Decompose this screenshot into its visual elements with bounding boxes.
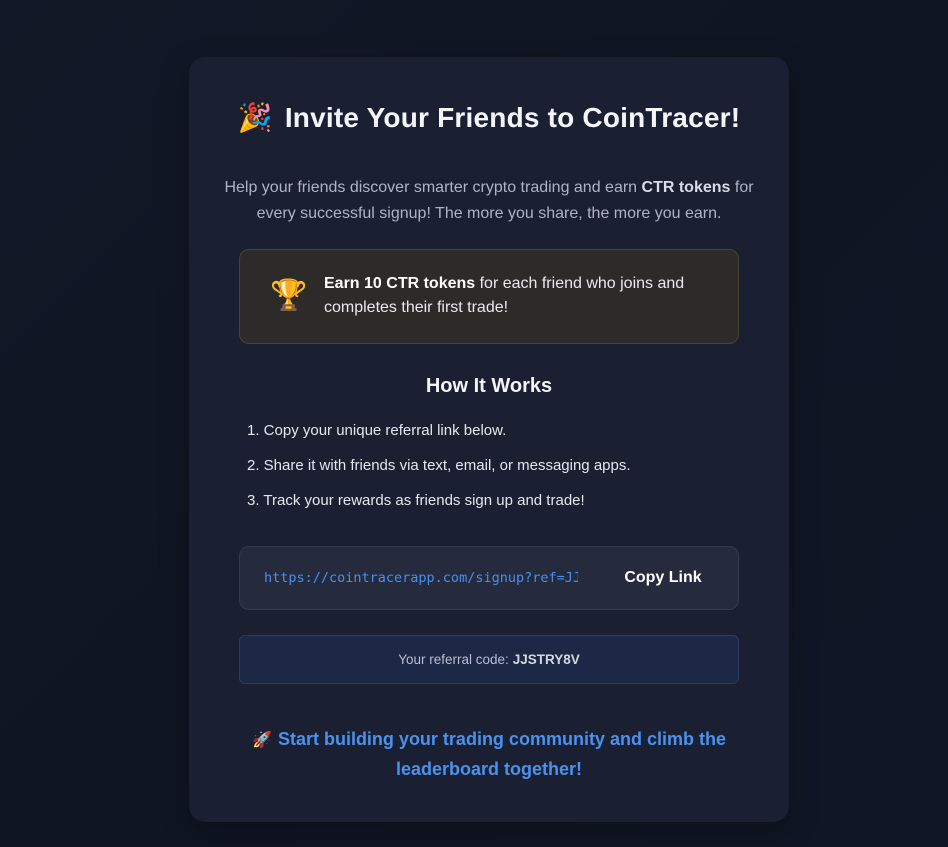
step-item: 1. Copy your unique referral link below. — [247, 422, 507, 439]
page-title-text: Invite Your Friends to CoinTracer! — [284, 102, 741, 133]
intro-text: Help your friends discover smarter crypt… — [219, 175, 759, 227]
trophy-icon: 🏆 — [270, 279, 308, 312]
referral-card: 🎉 Invite Your Friends to CoinTracer! Help… — [189, 57, 789, 822]
cta-message: 🚀 Start building your trading community a… — [239, 725, 739, 784]
reward-callout: 🏆 Earn 10 CTR tokens for each friend who… — [239, 249, 739, 344]
steps-list: 1. Copy your unique referral link below.… — [247, 419, 747, 524]
intro-text-before: Help your friends discover smarter crypt… — [224, 179, 642, 196]
party-popper-icon: 🎉 — [237, 102, 273, 133]
step-item: 2. Share it with friends via text, email… — [247, 457, 631, 474]
referral-link-input[interactable] — [264, 567, 578, 589]
reward-text: Earn 10 CTR tokens for each friend who j… — [324, 272, 714, 320]
copy-link-button[interactable]: Copy Link — [600, 559, 726, 597]
referral-code-label: Your referral code: — [398, 652, 509, 667]
page-title: 🎉 Invite Your Friends to CoinTracer! — [189, 101, 789, 134]
rocket-icon: 🚀 — [252, 732, 272, 749]
intro-highlight: CTR tokens — [641, 179, 731, 196]
cta-text: Start building your trading community an… — [277, 729, 726, 779]
step-item: 3. Track your rewards as friends sign up… — [247, 492, 585, 509]
referral-link-box: Copy Link — [239, 546, 739, 610]
referral-code-value: JJSTRY8V — [512, 652, 580, 667]
how-it-works-heading: How It Works — [425, 375, 553, 397]
referral-code-box: Your referral code: JJSTRY8V — [239, 635, 739, 684]
reward-highlight: Earn 10 CTR tokens — [324, 275, 476, 292]
